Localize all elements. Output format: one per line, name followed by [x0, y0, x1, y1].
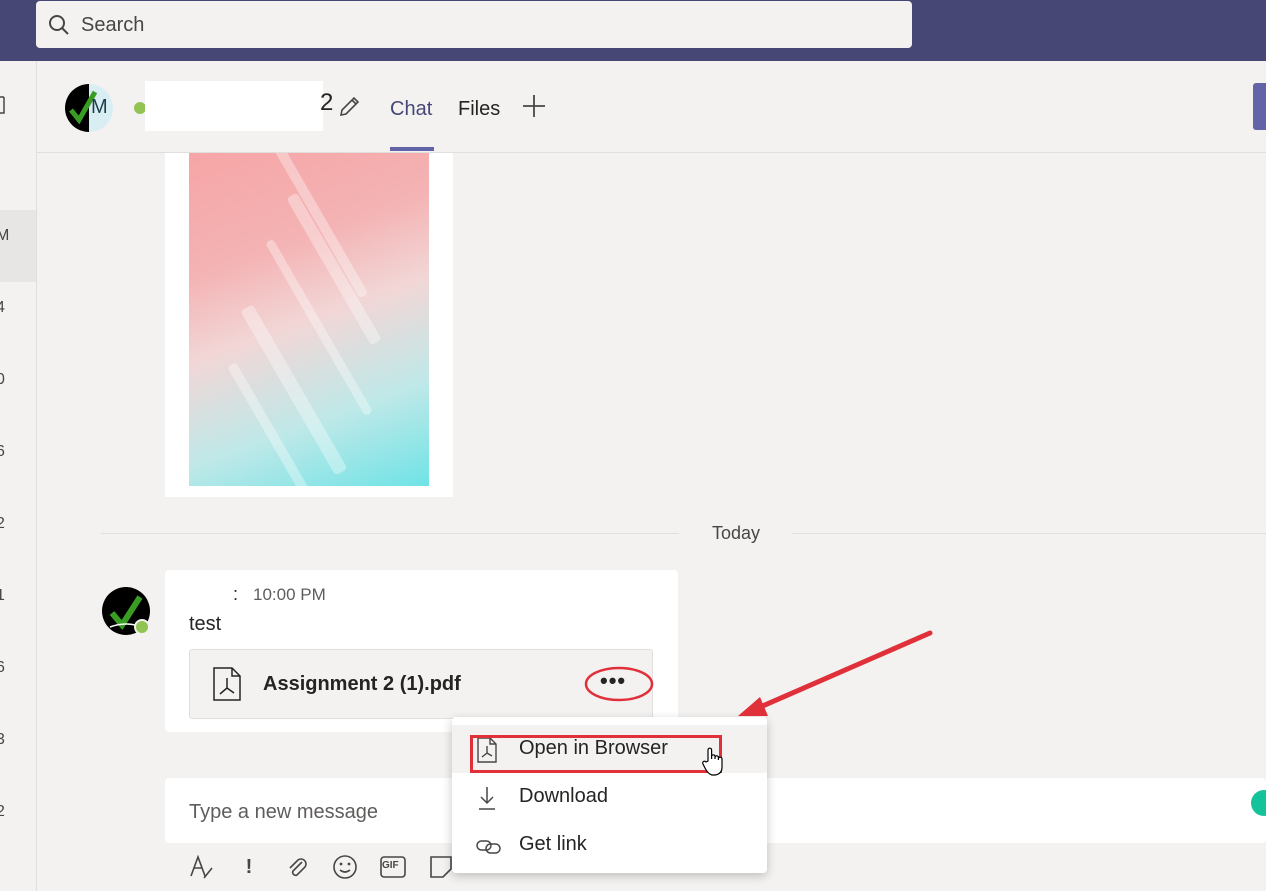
emoji-icon[interactable]	[331, 853, 359, 881]
chat-title-redacted	[145, 81, 323, 131]
new-chat-icon[interactable]	[0, 93, 10, 117]
chat-title-suffix: 2	[320, 89, 334, 116]
annotation-arrow-head	[738, 697, 768, 716]
more-options-icon: •••	[600, 668, 627, 693]
annotation-arrow-shaft	[755, 630, 933, 711]
date-divider-label: Today	[712, 523, 761, 543]
search-box[interactable]: Search	[36, 1, 912, 48]
chat-list-item[interactable]: 2	[0, 515, 36, 535]
chat-list-item[interactable]: 0	[0, 371, 36, 391]
gif-label: GIF	[382, 860, 399, 871]
message-bubble[interactable]: : 10:00 PM test Assignment 2 (1).pdf •••	[165, 570, 678, 732]
annotation-highlight-box	[470, 735, 722, 773]
message-text: test	[189, 613, 222, 635]
grammarly-icon[interactable]	[1251, 790, 1266, 816]
avatar-letter: M	[91, 96, 108, 118]
chat-list-item[interactable]: 6	[0, 443, 36, 463]
date-divider-line	[101, 533, 679, 534]
sender-name: :	[233, 584, 239, 604]
tab-chat[interactable]: Chat	[390, 98, 432, 121]
top-bar: Search	[0, 0, 1266, 61]
compose-placeholder: Type a new message	[189, 801, 378, 823]
menu-item-download[interactable]: Download	[452, 773, 767, 821]
important-icon[interactable]: !	[235, 853, 263, 881]
shared-image[interactable]	[189, 153, 429, 486]
file-attachment[interactable]: Assignment 2 (1).pdf •••	[189, 649, 653, 719]
chat-list-item[interactable]: M	[0, 227, 36, 247]
chat-list-item[interactable]: 2	[0, 803, 36, 823]
search-placeholder: Search	[81, 14, 145, 36]
search-icon	[48, 14, 70, 41]
download-icon	[476, 785, 498, 816]
sticker-icon[interactable]	[427, 853, 455, 881]
chat-list-rail: M 4 0 6 2 1 6 3 2	[0, 61, 37, 891]
menu-item-label: Download	[519, 785, 608, 807]
presence-badge	[134, 619, 150, 635]
chat-list-item[interactable]: 1	[0, 587, 36, 607]
header-action-button[interactable]	[1253, 83, 1266, 130]
tab-chat-underline	[390, 147, 434, 151]
pdf-file-icon	[212, 666, 242, 707]
more-options-button[interactable]: •••	[586, 665, 652, 701]
chat-list-item[interactable]: 4	[0, 299, 36, 319]
chat-list-item[interactable]: 3	[0, 731, 36, 751]
file-name[interactable]: Assignment 2 (1).pdf	[263, 673, 461, 696]
tab-files[interactable]: Files	[458, 98, 500, 121]
chat-list-item[interactable]: 6	[0, 659, 36, 679]
date-divider-line	[792, 533, 1266, 534]
avatar[interactable]: M	[65, 84, 113, 132]
menu-item-open-in-browser[interactable]: Open in Browser	[452, 725, 767, 776]
attach-icon[interactable]	[283, 853, 311, 881]
gif-icon[interactable]: GIF	[379, 853, 407, 881]
chat-header: M 2 Chat Files	[37, 61, 1266, 153]
attachment-context-menu: Open in Browser Download Get link	[452, 717, 767, 873]
link-icon	[476, 833, 502, 864]
menu-item-label: Get link	[519, 833, 587, 855]
edit-icon[interactable]	[337, 95, 361, 124]
menu-item-get-link[interactable]: Get link	[452, 821, 767, 869]
message-timestamp: 10:00 PM	[253, 585, 326, 604]
format-icon[interactable]	[187, 853, 215, 881]
add-tab-icon[interactable]	[521, 93, 547, 124]
image-message[interactable]	[165, 153, 453, 497]
